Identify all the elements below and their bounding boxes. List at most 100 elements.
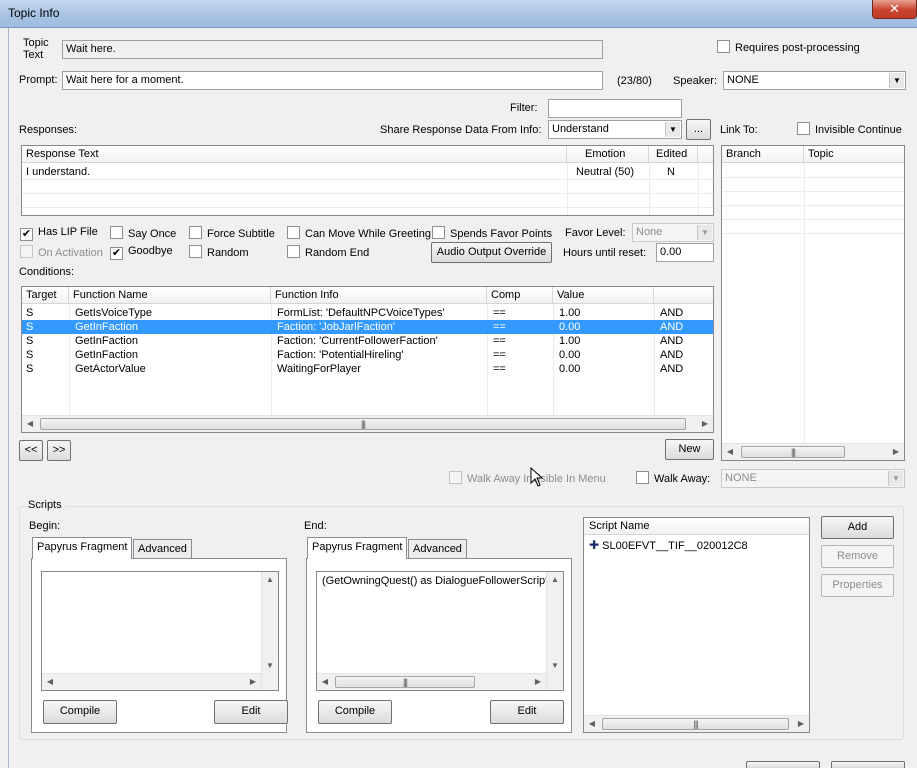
conditions-hscrollbar[interactable]: ◀ ||| ▶ — [22, 415, 713, 432]
table-row[interactable]: S GetInFaction Faction: 'PotentialHireli… — [22, 348, 713, 362]
chevron-down-icon[interactable]: ▼ — [889, 73, 904, 88]
prev-condition-button[interactable]: << — [19, 440, 43, 461]
col-topic[interactable]: Topic — [804, 146, 904, 163]
end-edit-button[interactable]: Edit — [490, 700, 564, 724]
random-end-checkbox[interactable]: Random End — [287, 245, 369, 259]
table-row[interactable]: S GetInFaction Faction: 'CurrentFollower… — [22, 334, 713, 348]
begin-compile-button[interactable]: Compile — [43, 700, 117, 724]
col-target[interactable]: Target — [22, 287, 69, 304]
scroll-right-icon[interactable]: ▶ — [530, 674, 546, 690]
hours-until-reset-input[interactable]: 0.00 — [656, 243, 714, 262]
has-lip-file-checkbox[interactable]: ✔ Has LIP File — [20, 226, 98, 241]
script-list-hscrollbar[interactable]: ◀ ||| ▶ — [584, 715, 809, 732]
end-hscrollbar[interactable]: ◀ ||| ▶ — [317, 673, 546, 690]
cancel-button[interactable] — [831, 761, 905, 768]
list-item[interactable]: ✚ SL00EFVT__TIF__020012C8 — [584, 538, 794, 552]
scroll-left-icon[interactable]: ◀ — [722, 444, 738, 460]
col-branch[interactable]: Branch — [722, 146, 804, 163]
checkbox-box[interactable] — [20, 245, 33, 258]
scroll-up-icon[interactable]: ▲ — [547, 572, 563, 588]
ok-button[interactable] — [746, 761, 820, 768]
audio-output-override-button[interactable]: Audio Output Override — [431, 242, 552, 263]
scroll-down-icon[interactable]: ▼ — [262, 658, 278, 674]
begin-tab-papyrus-fragment[interactable]: Papyrus Fragment — [32, 537, 133, 559]
checkbox-box[interactable] — [110, 226, 123, 239]
col-edited[interactable]: Edited — [649, 146, 698, 163]
scroll-right-icon[interactable]: ▶ — [888, 444, 904, 460]
check-icon[interactable]: ✔ — [110, 247, 123, 260]
scroll-left-icon[interactable]: ◀ — [584, 716, 600, 732]
plus-icon[interactable]: ✚ — [589, 538, 599, 552]
scroll-thumb[interactable]: ||| — [602, 718, 789, 730]
on-activation-checkbox[interactable]: On Activation — [20, 245, 103, 259]
walk-away-invisible-checkbox[interactable]: Walk Away Invisible In Menu — [449, 471, 606, 485]
col-response-text[interactable]: Response Text — [22, 146, 567, 163]
end-tab-advanced[interactable]: Advanced — [408, 539, 467, 559]
conditions-list[interactable]: Target Function Name Function Info Comp … — [21, 286, 714, 433]
invisible-continue-checkbox[interactable]: Invisible Continue — [797, 122, 902, 136]
col-function-name[interactable]: Function Name — [69, 287, 271, 304]
add-script-button[interactable]: Add — [821, 516, 894, 539]
spends-favor-points-checkbox[interactable]: Spends Favor Points — [432, 226, 552, 240]
end-compile-button[interactable]: Compile — [318, 700, 392, 724]
begin-fragment-editor[interactable]: ▲ ▼ ◀ ▶ — [41, 571, 279, 691]
table-row[interactable]: I understand. Neutral (50) N — [22, 165, 698, 179]
scroll-left-icon[interactable]: ◀ — [22, 416, 38, 432]
goodbye-checkbox[interactable]: ✔ Goodbye — [110, 245, 173, 260]
checkbox-box[interactable] — [636, 471, 649, 484]
chevron-down-icon[interactable]: ▼ — [888, 471, 903, 486]
filter-input[interactable] — [548, 99, 682, 118]
walk-away-checkbox[interactable]: Walk Away: — [636, 471, 710, 485]
checkbox-box[interactable] — [189, 226, 202, 239]
favor-level-select[interactable]: None ▼ — [632, 223, 714, 242]
requires-post-processing-checkbox[interactable]: Requires post-processing — [717, 40, 860, 54]
responses-list[interactable]: Response Text Emotion Edited I understan… — [21, 145, 714, 216]
close-icon[interactable]: ✕ — [872, 0, 917, 19]
scroll-up-icon[interactable]: ▲ — [262, 572, 278, 588]
begin-vscrollbar[interactable]: ▲ ▼ — [261, 572, 278, 690]
checkbox-box[interactable] — [449, 471, 462, 484]
scroll-thumb[interactable]: ||| — [741, 446, 845, 458]
script-name-list[interactable]: Script Name ✚ SL00EFVT__TIF__020012C8 ◀ … — [583, 517, 810, 733]
checkbox-box[interactable] — [189, 245, 202, 258]
force-subtitle-checkbox[interactable]: Force Subtitle — [189, 226, 275, 240]
can-move-while-greeting-checkbox[interactable]: Can Move While Greeting — [287, 226, 431, 240]
next-condition-button[interactable]: >> — [47, 440, 71, 461]
end-fragment-editor[interactable]: (GetOwningQuest() as DialogueFollowerScr… — [316, 571, 564, 691]
checkbox-box[interactable] — [797, 122, 810, 135]
scroll-down-icon[interactable]: ▼ — [547, 658, 563, 674]
random-checkbox[interactable]: Random — [189, 245, 249, 259]
checkbox-box[interactable] — [717, 40, 730, 53]
check-icon[interactable]: ✔ — [20, 228, 33, 241]
end-vscrollbar[interactable]: ▲ ▼ — [546, 572, 563, 690]
chevron-down-icon[interactable]: ▼ — [665, 122, 680, 137]
scroll-thumb[interactable]: ||| — [40, 418, 686, 430]
speaker-select[interactable]: NONE ▼ — [723, 71, 906, 90]
begin-edit-button[interactable]: Edit — [214, 700, 288, 724]
checkbox-box[interactable] — [287, 245, 300, 258]
checkbox-box[interactable] — [432, 226, 445, 239]
col-comp[interactable]: Comp — [487, 287, 553, 304]
col-emotion[interactable]: Emotion — [567, 146, 649, 163]
new-condition-button[interactable]: New — [665, 439, 714, 460]
col-value[interactable]: Value — [553, 287, 654, 304]
prompt-input[interactable]: Wait here for a moment. — [62, 71, 603, 90]
col-function-info[interactable]: Function Info — [271, 287, 487, 304]
walk-away-select[interactable]: NONE ▼ — [721, 469, 905, 488]
share-response-select[interactable]: Understand ▼ — [548, 120, 682, 139]
table-row-selected[interactable]: S GetInFaction Faction: 'JobJarlFaction'… — [22, 320, 713, 334]
table-row[interactable]: S GetIsVoiceType FormList: 'DefaultNPCVo… — [22, 306, 713, 320]
col-operator[interactable] — [654, 287, 713, 304]
scroll-left-icon[interactable]: ◀ — [317, 674, 333, 690]
remove-script-button[interactable]: Remove — [821, 545, 894, 568]
link-to-hscrollbar[interactable]: ◀ ||| ▶ — [722, 443, 904, 460]
chevron-down-icon[interactable]: ▼ — [697, 225, 712, 240]
scroll-thumb[interactable]: ||| — [335, 676, 475, 688]
scroll-right-icon[interactable]: ▶ — [793, 716, 809, 732]
properties-button[interactable]: Properties — [821, 574, 894, 597]
begin-tab-advanced[interactable]: Advanced — [133, 539, 192, 559]
begin-hscrollbar[interactable]: ◀ ▶ — [42, 673, 261, 690]
checkbox-box[interactable] — [287, 226, 300, 239]
say-once-checkbox[interactable]: Say Once — [110, 226, 176, 240]
share-response-browse-button[interactable]: ... — [686, 119, 711, 140]
